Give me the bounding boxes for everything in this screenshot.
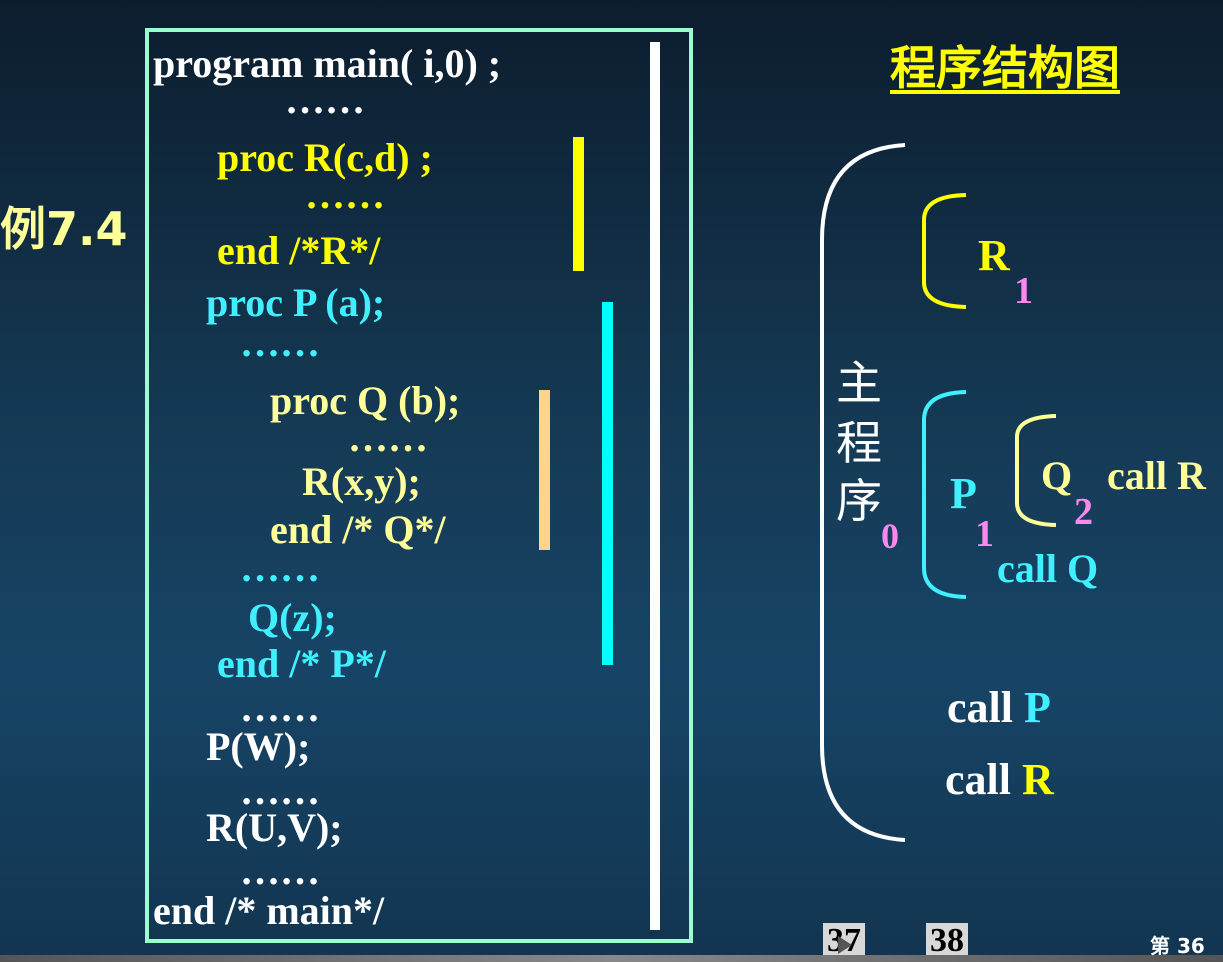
main-call-p-prefix: call xyxy=(947,683,1024,732)
r-node-label: R xyxy=(978,231,1010,280)
main-label-char: 序 xyxy=(836,474,882,528)
play-arrow-icon xyxy=(838,936,852,954)
page-number: 第 36 xyxy=(1150,936,1205,956)
q-node-label: Q xyxy=(1041,453,1073,498)
p-node-label: P xyxy=(950,469,977,518)
r-node-level: 1 xyxy=(1014,270,1033,312)
main-call-p-target: P xyxy=(1023,683,1051,732)
main-level: 0 xyxy=(881,516,899,556)
q-call-label: call R xyxy=(1107,453,1206,498)
p-node-level: 1 xyxy=(975,513,994,555)
main-call-r-prefix: call xyxy=(945,755,1022,804)
p-call-label: call Q xyxy=(997,546,1099,591)
q-node-level: 2 xyxy=(1074,491,1093,533)
main-call-p: call P xyxy=(947,686,1051,730)
main-label-char: 主 xyxy=(836,356,882,410)
r-bracket xyxy=(922,193,967,309)
footer-strip xyxy=(0,955,1223,962)
slide-38-button[interactable]: 38 xyxy=(926,923,968,957)
main-call-r-target: R xyxy=(1021,755,1054,804)
main-label-char: 程 xyxy=(836,416,882,470)
structure-brackets xyxy=(820,143,1057,842)
main-call-r: call R xyxy=(945,758,1054,802)
